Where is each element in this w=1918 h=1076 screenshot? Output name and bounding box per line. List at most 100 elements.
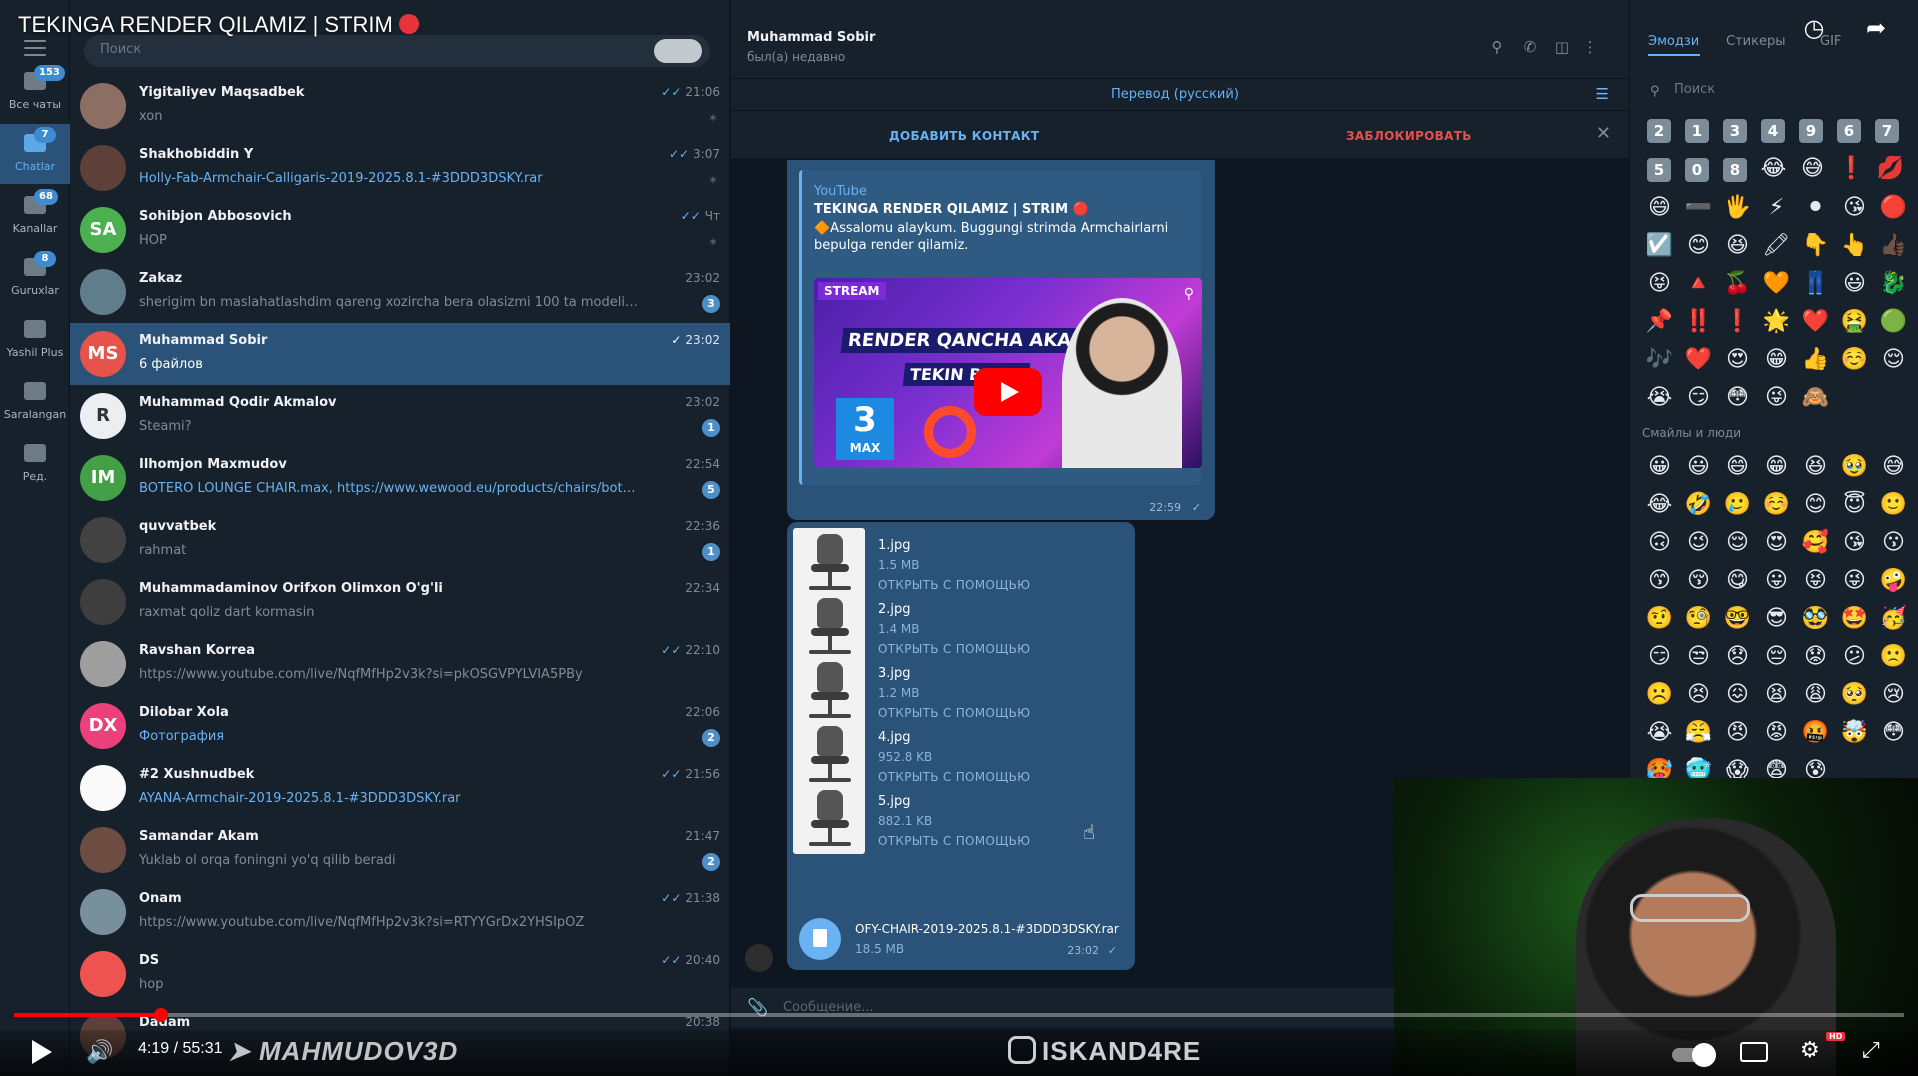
folder-item[interactable]: Kanallar 68 — [0, 186, 70, 246]
emoji[interactable]: 😝 — [1796, 562, 1835, 600]
subtitles-icon[interactable] — [1740, 1042, 1768, 1062]
chair-thumbnail[interactable] — [793, 528, 865, 598]
emoji[interactable]: 🎶 — [1640, 341, 1679, 379]
emoji[interactable]: 😣 — [1679, 676, 1718, 714]
tab-emoji[interactable]: Эмодзи — [1648, 34, 1699, 49]
keycap-emoji[interactable]: 8 — [1723, 158, 1747, 182]
emoji[interactable]: 🥳 — [1874, 600, 1913, 638]
emoji[interactable]: 😌 — [1874, 341, 1913, 379]
emoji[interactable]: 🤯 — [1835, 714, 1874, 752]
emoji[interactable]: 😋 — [1718, 562, 1757, 600]
emoji[interactable]: 😁 — [1757, 448, 1796, 486]
image-file[interactable]: 1.jpg 1.5 MB ОТКРЫТЬ С ПОМОЩЬЮ — [793, 526, 1129, 598]
exit-fullscreen-icon[interactable]: ⤢ — [1862, 1038, 1880, 1063]
emoji[interactable]: 🔺 — [1679, 265, 1718, 303]
tab-stickers[interactable]: Стикеры — [1726, 34, 1785, 49]
folder-item[interactable]: Все чаты 153 — [0, 62, 70, 122]
chat-list-item[interactable]: #2 Xushnudbek ✓✓ 21:56 AYANA-Armchair-2019-… — [70, 757, 730, 819]
emoji[interactable]: 🤨 — [1640, 600, 1679, 638]
emoji[interactable]: 😛 — [1757, 562, 1796, 600]
zoom-icon[interactable]: ⚲ — [1184, 286, 1194, 302]
play-icon[interactable] — [32, 1040, 52, 1064]
close-icon[interactable]: ✕ — [1596, 123, 1611, 144]
emoji[interactable]: 😁 — [1757, 341, 1796, 379]
translate-settings-icon[interactable]: ☰ — [1596, 85, 1609, 103]
emoji[interactable]: 😍 — [1757, 524, 1796, 562]
emoji[interactable]: 😉 — [1679, 524, 1718, 562]
chat-list-item[interactable]: quvvatbek 22:36 rahmat 1 — [70, 509, 730, 571]
emoji-search-input[interactable]: Поиск — [1674, 82, 1715, 97]
emoji[interactable]: 😖 — [1718, 676, 1757, 714]
chair-thumbnail[interactable] — [793, 720, 865, 790]
folder-item[interactable]: Yashil Plus — [0, 310, 70, 370]
emoji[interactable]: 😙 — [1640, 562, 1679, 600]
emoji[interactable]: 😠 — [1718, 714, 1757, 752]
emoji[interactable]: 😡 — [1757, 714, 1796, 752]
emoji[interactable]: 😭 — [1640, 379, 1679, 417]
emoji[interactable]: 😳 — [1718, 379, 1757, 417]
play-icon[interactable] — [974, 368, 1042, 416]
image-file[interactable]: 3.jpg 1.2 MB ОТКРЫТЬ С ПОМОЩЬЮ — [793, 654, 1129, 726]
emoji[interactable]: ⚫ — [1796, 189, 1835, 227]
emoji[interactable]: 😢 — [1874, 676, 1913, 714]
emoji[interactable]: 😜 — [1835, 562, 1874, 600]
video-title[interactable]: TEKINGA RENDER QILAMIZ | STRIM — [18, 12, 419, 38]
emoji[interactable]: 🤩 — [1835, 600, 1874, 638]
emoji[interactable]: 😚 — [1679, 562, 1718, 600]
emoji[interactable]: ➖ — [1679, 189, 1718, 227]
open-with-link[interactable]: ОТКРЫТЬ С ПОМОЩЬЮ — [878, 834, 1030, 848]
keycap-emoji[interactable]: 6 — [1837, 119, 1861, 143]
emoji[interactable]: ⚡ — [1757, 189, 1796, 227]
chat-list-item[interactable]: Zakaz 23:02 sherigim bn maslahatlashdim qa… — [70, 261, 730, 323]
hamburger-menu-icon[interactable] — [24, 40, 46, 61]
emoji[interactable]: 😝 — [1640, 265, 1679, 303]
more-vertical-icon[interactable]: ⋮ — [1581, 38, 1599, 56]
emoji[interactable]: ❗ — [1718, 303, 1757, 341]
volume-icon[interactable]: 🔊 — [86, 1040, 113, 1065]
emoji[interactable]: 🥲 — [1718, 486, 1757, 524]
phone-icon[interactable]: ✆ — [1521, 38, 1539, 56]
emoji[interactable]: 🧐 — [1679, 600, 1718, 638]
emoji[interactable]: 😞 — [1718, 638, 1757, 676]
watch-later-icon[interactable]: ◷ — [1800, 14, 1828, 42]
emoji[interactable]: 😟 — [1796, 638, 1835, 676]
chat-list-item[interactable]: Ravshan Korrea ✓✓ 22:10 https://www.youtube… — [70, 633, 730, 695]
emoji[interactable]: 🙂 — [1874, 486, 1913, 524]
chat-list-item[interactable]: R Muhammad Qodir Akmalov 23:02 Steami? 1 — [70, 385, 730, 447]
chat-list-item[interactable]: Muhammadaminov Orifxon Olimxon O'g'li 22:… — [70, 571, 730, 633]
emoji[interactable]: 😒 — [1679, 638, 1718, 676]
emoji[interactable]: 🙃 — [1640, 524, 1679, 562]
emoji[interactable]: 🤓 — [1718, 600, 1757, 638]
emoji[interactable]: 😭 — [1640, 714, 1679, 752]
keycap-emoji[interactable]: 2 — [1647, 119, 1671, 143]
emoji[interactable]: 🌟 — [1757, 303, 1796, 341]
emoji[interactable]: 🙁 — [1874, 638, 1913, 676]
emoji[interactable]: 😨 — [1757, 752, 1796, 778]
emoji[interactable]: 😏 — [1679, 379, 1718, 417]
emoji[interactable]: 🥹 — [1835, 448, 1874, 486]
stories-avatars[interactable] — [654, 39, 702, 63]
emoji[interactable]: 🥺 — [1835, 676, 1874, 714]
chair-thumbnail[interactable] — [793, 784, 865, 854]
archive-file[interactable]: OFY-CHAIR-2019-2025.8.1-#3DDD3DSKY.rar 1… — [793, 914, 1129, 966]
chat-list-item[interactable]: Shakhobiddin Y ✓✓ 3:07 Holly-Fab-Armchair-C… — [70, 137, 730, 199]
emoji[interactable]: 😆 — [1718, 227, 1757, 265]
emoji[interactable]: 👆 — [1835, 227, 1874, 265]
emoji[interactable]: 😌 — [1718, 524, 1757, 562]
chat-list-item[interactable]: SA Sohibjon Abbosovich ✓✓ Чт HOP ✶ — [70, 199, 730, 261]
emoji[interactable]: 💋 — [1871, 150, 1910, 188]
chair-thumbnail[interactable] — [793, 656, 865, 726]
emoji[interactable]: 👖 — [1796, 265, 1835, 303]
emoji[interactable]: 😫 — [1757, 676, 1796, 714]
emoji[interactable]: 🖍 — [1757, 227, 1796, 265]
emoji[interactable]: 🍒 — [1718, 265, 1757, 303]
chair-thumbnail[interactable] — [793, 592, 865, 662]
emoji[interactable]: 😜 — [1757, 379, 1796, 417]
translate-button[interactable]: Перевод (русский) — [1111, 87, 1239, 102]
emoji[interactable]: 😕 — [1835, 638, 1874, 676]
chat-list-item[interactable]: Samandar Akam 21:47 Yuklab ol orqa foningn… — [70, 819, 730, 881]
keycap-emoji[interactable]: 0 — [1685, 158, 1709, 182]
chat-list-item[interactable]: Yigitaliyev Maqsadbek ✓✓ 21:06 xon ✶ — [70, 75, 730, 137]
emoji[interactable]: 😘 — [1835, 524, 1874, 562]
emoji[interactable]: 😂 — [1754, 150, 1793, 188]
